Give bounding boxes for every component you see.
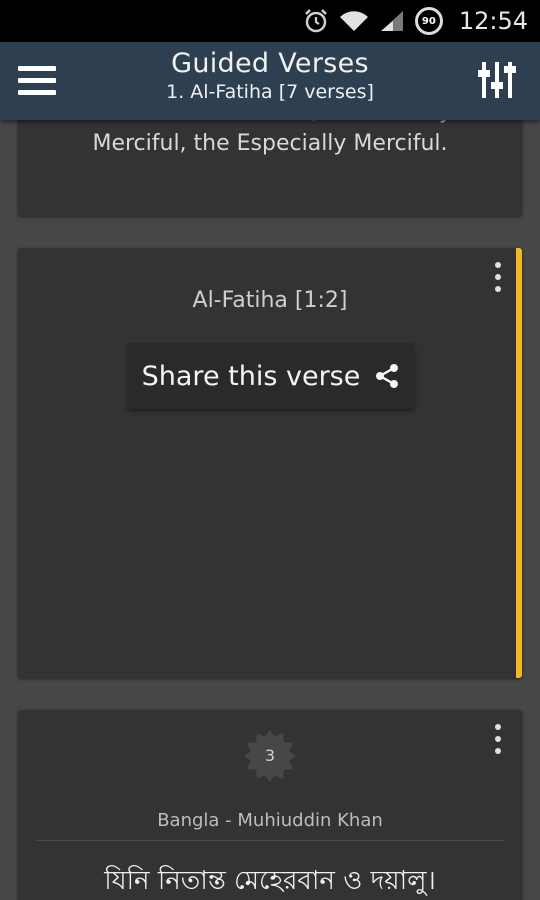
- signal-icon: [380, 11, 403, 31]
- settings-sliders-icon[interactable]: [478, 60, 516, 100]
- translation-line: In the name of Allah, the Entirely: [18, 120, 522, 128]
- app-title: Guided Verses: [171, 48, 369, 79]
- more-options-icon[interactable]: [492, 724, 504, 754]
- share-icon: [376, 364, 399, 388]
- chapter-subtitle[interactable]: 1. Al-Fatiha [7 verses]: [0, 81, 540, 103]
- bangla-translation: যিনি নিতান্ত মেহেরবান ও দয়ালু।: [104, 866, 436, 896]
- verse-list[interactable]: In the name of Allah, the Entirely Merci…: [0, 120, 540, 900]
- verse-card-selected[interactable]: Al-Fatiha [1:2] Share this verse: [18, 248, 522, 678]
- verse-number-badge: 3: [244, 730, 296, 782]
- share-button-label: Share this verse: [141, 360, 361, 392]
- verse-card[interactable]: In the name of Allah, the Entirely Merci…: [18, 120, 522, 216]
- share-verse-button[interactable]: Share this verse: [128, 343, 414, 409]
- wifi-icon: [339, 11, 368, 31]
- verse-number: 3: [264, 746, 276, 765]
- verse-card[interactable]: 3 Bangla - Muhiuddin Khan যিনি নিতান্ত ম…: [18, 710, 522, 900]
- title-block: Guided Verses 1. Al-Fatiha [7 verses]: [0, 48, 540, 103]
- status-time: 12:54: [458, 7, 528, 35]
- translation-line: Merciful, the Especially Merciful.: [92, 131, 448, 156]
- translator-name: Bangla - Muhiuddin Khan: [157, 810, 383, 831]
- battery-level: 90: [421, 15, 436, 27]
- status-bar: 90 12:54: [0, 0, 540, 42]
- toolbar: Guided Verses 1. Al-Fatiha [7 verses]: [0, 42, 540, 120]
- battery-icon: 90: [414, 7, 443, 35]
- verse-reference: Al-Fatiha [1:2]: [192, 288, 348, 313]
- status-icons: 90 12:54: [303, 0, 528, 42]
- translation-text: In the name of Allah, the Entirely Merci…: [18, 120, 522, 160]
- alarm-icon: [304, 9, 327, 33]
- divider: [36, 840, 504, 841]
